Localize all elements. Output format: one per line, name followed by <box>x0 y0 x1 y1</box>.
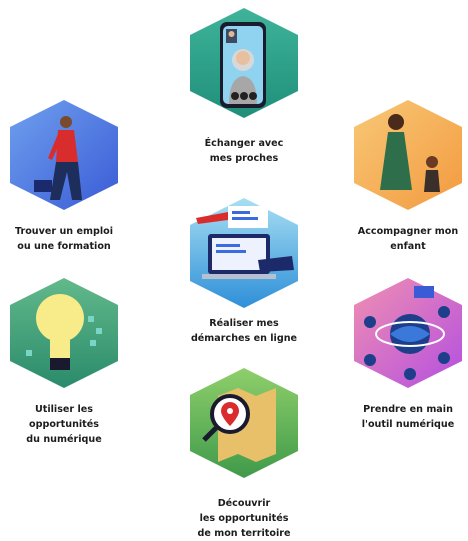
tile-opportunites[interactable]: Utiliser les opportunités du numérique <box>8 278 120 453</box>
caption-line: du numérique <box>26 434 102 445</box>
tile-caption: Réaliser mes démarches en ligne <box>174 316 314 346</box>
caption-line: enfant <box>390 241 426 252</box>
tile-caption: Trouver un emploi ou une formation <box>0 224 134 254</box>
caption-line: mes proches <box>209 153 279 164</box>
caption-line: ou une formation <box>17 241 111 252</box>
caption-line: Utiliser les <box>34 404 94 415</box>
caption-line: l'outil numérique <box>361 419 455 430</box>
caption-line: opportunités <box>29 419 99 430</box>
caption-line: Accompagner mon <box>357 226 459 237</box>
caption-line: Réaliser mes <box>209 318 279 329</box>
tile-territoire[interactable]: Découvrir les opportunités de mon territ… <box>188 368 300 539</box>
tile-caption: Utiliser les opportunités du numérique <box>0 402 134 447</box>
tile-demarches[interactable]: Réaliser mes démarches en ligne <box>188 198 300 363</box>
tile-emploi[interactable]: Trouver un emploi ou une formation <box>8 100 120 265</box>
caption-line: de mon territoire <box>197 528 291 539</box>
tile-echanger[interactable]: Échanger avec mes proches <box>188 8 300 173</box>
tile-enfant[interactable]: Accompagner mon enfant <box>352 100 464 265</box>
tile-outil[interactable]: Prendre en main l'outil numérique <box>352 278 464 443</box>
map-search-icon <box>190 368 298 478</box>
job-seeker-icon <box>10 100 118 210</box>
caption-line: Découvrir <box>217 498 271 509</box>
online-form-icon <box>190 198 298 308</box>
lightbulb-icon <box>10 278 118 388</box>
caption-line: Trouver un emploi <box>14 226 113 237</box>
tile-caption: Prendre en main l'outil numérique <box>338 402 468 432</box>
parent-child-icon <box>354 100 462 210</box>
caption-line: Échanger avec <box>204 138 284 149</box>
video-call-icon <box>190 8 298 118</box>
services-grid: { "tiles": [ {"id": "echanger", "lines":… <box>0 0 468 539</box>
tile-caption: Accompagner mon enfant <box>338 224 468 254</box>
caption-line: Prendre en main <box>363 404 453 415</box>
caption-line: démarches en ligne <box>190 333 298 344</box>
tile-caption: Échanger avec mes proches <box>174 136 314 166</box>
globe-apps-icon <box>354 278 462 388</box>
tile-caption: Découvrir les opportunités de mon territ… <box>174 496 314 541</box>
caption-line: les opportunités <box>199 513 289 524</box>
